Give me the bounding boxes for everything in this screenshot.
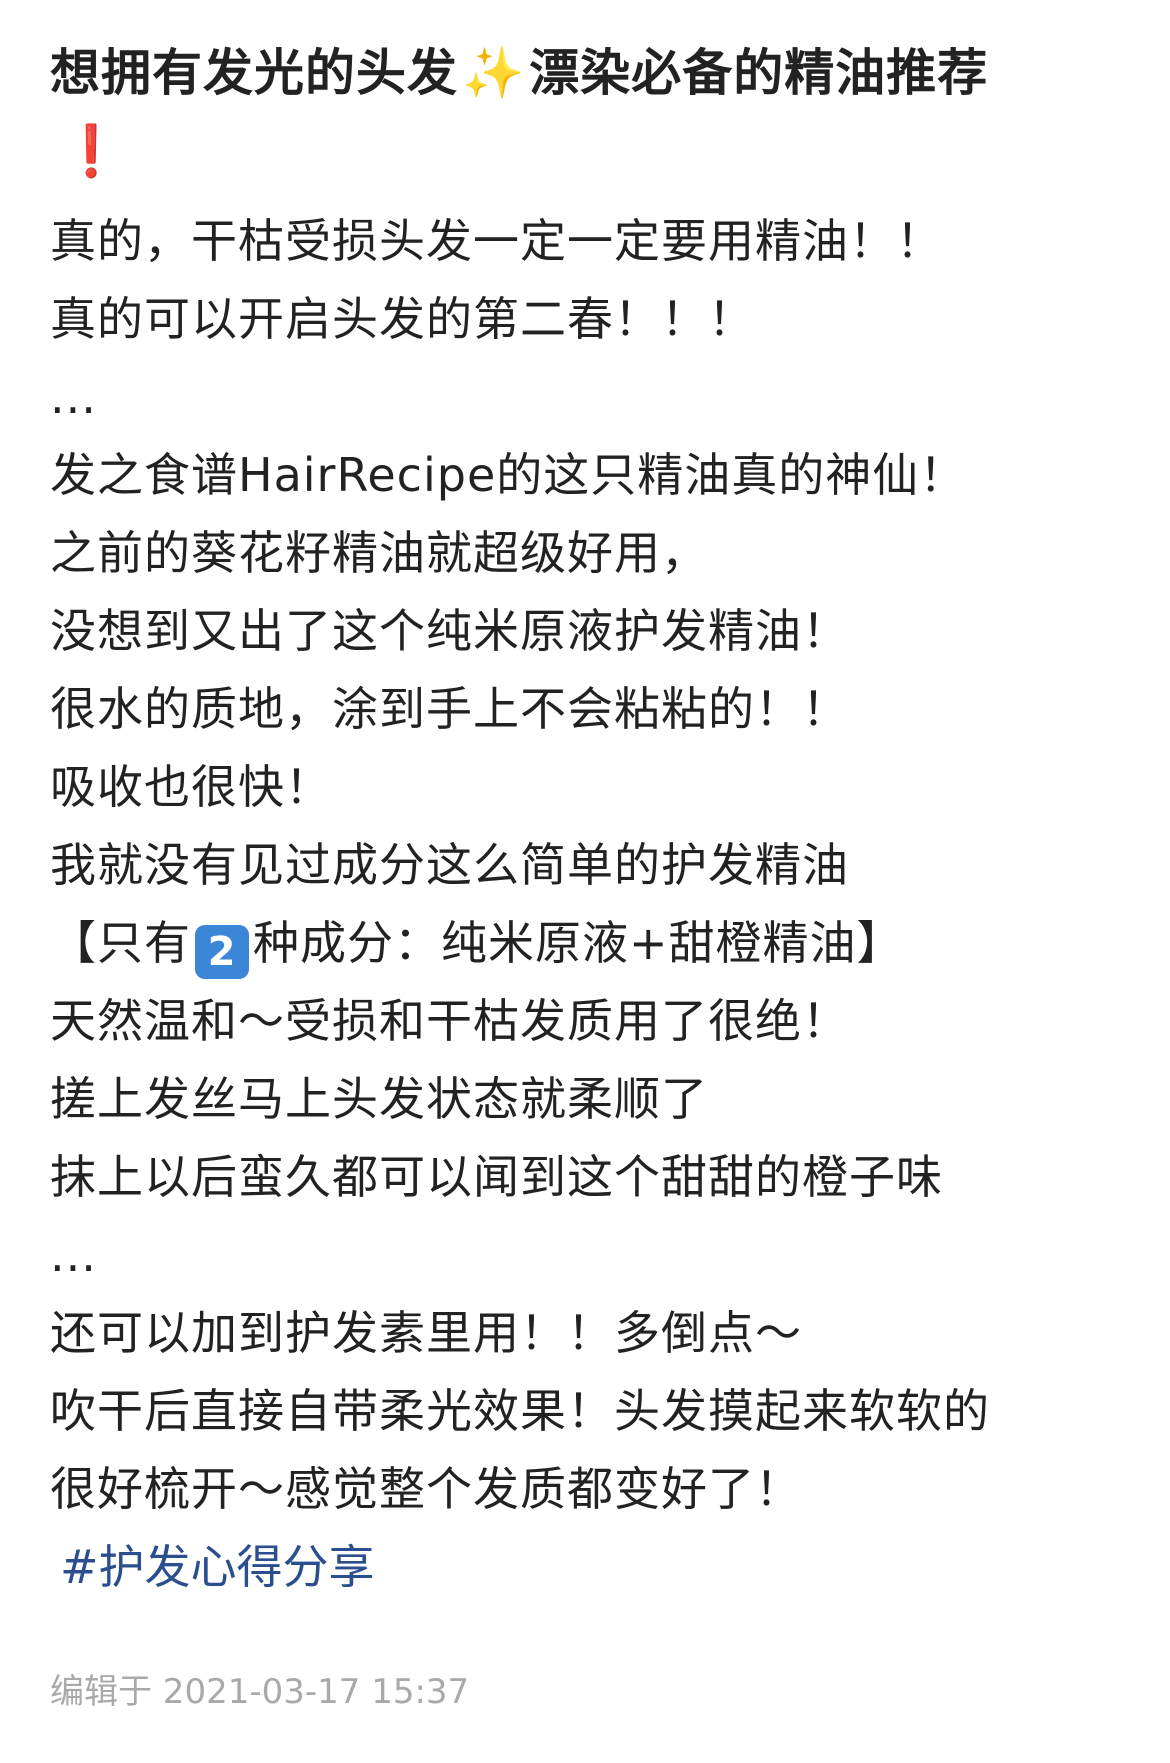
hashtag-link[interactable]: #护发心得分享 [50,1528,1120,1606]
body-line: 抹上以后蛮久都可以闻到这个甜甜的橙子味 [50,1150,943,1204]
body-line: 天然温和～受损和干枯发质用了很绝！ [50,994,849,1048]
ingredients-prefix: 【只有 [50,916,191,970]
note-content: 想拥有发光的头发✨漂染必备的精油推荐 ❗ 真的，干枯受损头发一定一定要用精油！！… [50,0,1120,1606]
body-line: 搓上发丝马上头发状态就柔顺了 [50,1072,708,1126]
body-line: ... [50,370,97,424]
body-line: 之前的葵花籽精油就超级好用， [50,526,708,580]
note-body: 真的，干枯受损头发一定一定要用精油！！ 真的可以开启头发的第二春！！！ ... … [50,202,1120,1606]
keycap-two-icon: 2 [195,925,249,979]
edited-timestamp: 编辑于 2021-03-17 15:37 [50,1672,470,1712]
body-line: 很水的质地，涂到手上不会粘粘的！！ [50,682,849,736]
body-line: 吸收也很快！ [50,760,332,814]
title-main-text: 想拥有发光的头发 [50,44,458,102]
sparkles-icon: ✨ [462,44,526,102]
exclamation-icon: ❗ [60,122,124,180]
ingredients-suffix: 种成分：纯米原液+甜橙精油】 [253,916,904,970]
body-line: 还可以加到护发素里用！！多倒点～ [50,1306,802,1360]
body-line: 真的可以开启头发的第二春！！！ [50,292,755,346]
body-line: ... [50,1228,97,1282]
body-line: 吹干后直接自带柔光效果！头发摸起来软软的 [50,1384,990,1438]
ingredients-line: 【只有 2 种成分：纯米原液+甜橙精油】 [50,904,1120,982]
body-line: 很好梳开～感觉整个发质都变好了！ [50,1462,802,1516]
body-line: 发之食谱HairRecipe的这只精油真的神仙！ [50,448,967,502]
title-rest-text: 漂染必备的精油推荐 [529,44,989,102]
body-line: 我就没有见过成分这么简单的护发精油 [50,838,849,892]
body-line: 真的，干枯受损头发一定一定要用精油！！ [50,214,943,268]
note-title: 想拥有发光的头发✨漂染必备的精油推荐 ❗ [50,0,1120,190]
body-line: 没想到又出了这个纯米原液护发精油！ [50,604,849,658]
